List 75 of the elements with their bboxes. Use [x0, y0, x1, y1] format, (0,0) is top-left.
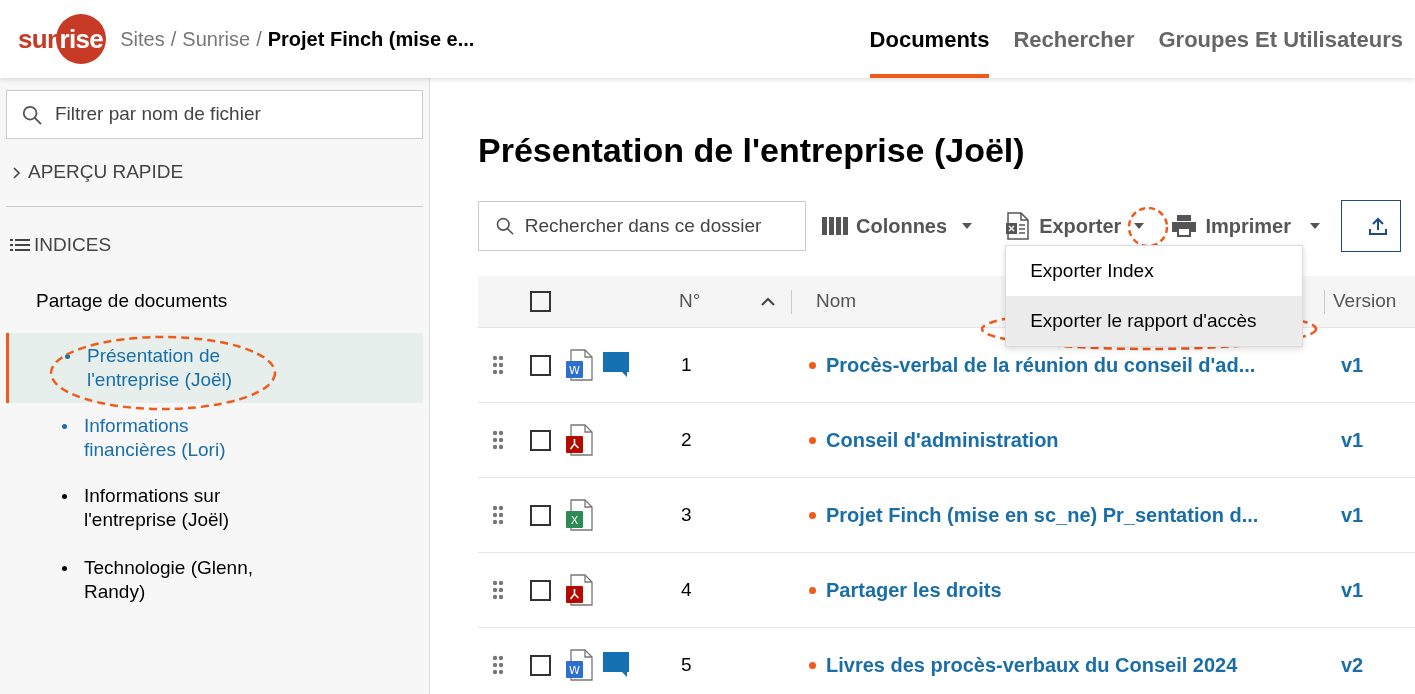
caret-icon	[1133, 222, 1146, 230]
folder-search-field[interactable]: Rechercher dans ce dossier	[478, 201, 806, 251]
nav-tab[interactable]: Rechercher	[1013, 0, 1135, 78]
bullet-icon	[65, 354, 70, 359]
bullet-icon	[62, 494, 67, 499]
quick-view-toggle[interactable]: APERÇU RAPIDE	[12, 158, 184, 187]
chevron-icon	[12, 165, 22, 180]
drag-handle-icon[interactable]	[492, 580, 504, 600]
version-link[interactable]: v1	[1341, 500, 1364, 530]
drag-handle-icon[interactable]	[492, 505, 504, 525]
row-checkbox[interactable]	[530, 504, 551, 526]
document-link[interactable]: Livres des procès-verbaux du Conseil 2024	[826, 650, 1341, 680]
pdf-file-icon	[565, 574, 593, 606]
tree-item[interactable]: Présentation de l'entreprise (Joël)	[6, 333, 423, 403]
comment-icon[interactable]	[603, 652, 629, 678]
row-checkbox[interactable]	[530, 579, 551, 601]
row-checkbox[interactable]	[530, 354, 551, 376]
document-link[interactable]: Procès-verbal de la réunion du conseil d'ad...	[826, 350, 1341, 380]
row-number: 5	[681, 652, 693, 677]
version-link[interactable]: v1	[1341, 425, 1364, 455]
version-link[interactable]: v1	[1341, 575, 1364, 605]
column-header[interactable]: Nom	[816, 287, 898, 316]
row-number: 2	[681, 427, 693, 452]
column-header[interactable]: N°	[679, 287, 761, 316]
search-input[interactable]: Rechercher dans ce dossier	[524, 211, 789, 241]
drag-handle-icon[interactable]	[492, 355, 504, 375]
columns-icon	[822, 216, 848, 236]
list-icon	[10, 238, 30, 252]
tree-item[interactable]: Informations financières (Lori)	[6, 403, 423, 473]
export-button[interactable]: Exporter	[1005, 211, 1146, 241]
drag-handle-icon[interactable]	[492, 655, 504, 675]
document-link[interactable]: Conseil d'administration	[826, 425, 1341, 455]
filter-input[interactable]: Filtrer par nom de fichier	[54, 100, 408, 129]
breadcrumb-separator: /	[170, 27, 177, 52]
bullet-icon	[62, 566, 67, 571]
printer-icon	[1171, 214, 1198, 238]
document-link[interactable]: Projet Finch (mise en sc_ne) Pr_sentation d...	[826, 500, 1341, 530]
tree-item[interactable]: Informations sur l'entreprise (Joël)	[6, 473, 423, 543]
filter-field[interactable]: Filtrer par nom de fichier	[6, 90, 423, 139]
row-checkbox[interactable]	[530, 429, 551, 451]
drag-handle-icon[interactable]	[492, 430, 504, 450]
bullet-icon	[62, 424, 67, 429]
annotation-circle	[1127, 206, 1169, 248]
row-checkbox[interactable]	[530, 654, 551, 676]
sort-icon	[761, 297, 775, 306]
row-number: 4	[681, 577, 693, 602]
document-link[interactable]: Partager les droits	[826, 575, 1341, 605]
print-button[interactable]: Imprimer	[1171, 211, 1321, 241]
menu-item[interactable]: Exporter Index	[1006, 246, 1303, 296]
version-link[interactable]: v2	[1341, 650, 1364, 680]
menu-item[interactable]: Exporter le rapport d'accès	[1006, 296, 1303, 346]
spreadsheet-file-icon	[1005, 212, 1030, 240]
comment-icon[interactable]	[603, 352, 629, 378]
pdf-file-icon	[565, 424, 593, 456]
section-label: INDICES	[34, 232, 112, 257]
row-number: 1	[681, 352, 693, 377]
breadcrumb-link[interactable]: Sunrise	[182, 24, 251, 54]
caret-icon	[1308, 222, 1321, 230]
breadcrumb-current: Projet Finch (mise e...	[267, 27, 475, 52]
caret-icon	[961, 222, 974, 230]
breadcrumb-link[interactable]: Sites	[120, 24, 165, 54]
version-link[interactable]: v1	[1341, 350, 1364, 380]
tree-item[interactable]: Technologie (Glenn, Randy)	[6, 545, 423, 615]
nav-tab[interactable]: Documents	[869, 0, 990, 78]
upload-button[interactable]	[1340, 200, 1401, 252]
column-header[interactable]: Version	[1333, 287, 1415, 316]
breadcrumb-separator: /	[256, 27, 262, 52]
tree-item[interactable]: Partage de documents	[6, 283, 423, 319]
select-all-checkbox[interactable]	[530, 291, 551, 312]
search-icon	[495, 215, 515, 237]
nav-tab[interactable]: Groupes Et Utilisateurs	[1158, 0, 1403, 78]
columns-button[interactable]: Colonnes	[822, 211, 974, 241]
row-number: 3	[681, 502, 693, 527]
page-title: Présentation de l'entreprise (Joël)	[478, 130, 1026, 171]
upload-icon	[1367, 216, 1388, 236]
